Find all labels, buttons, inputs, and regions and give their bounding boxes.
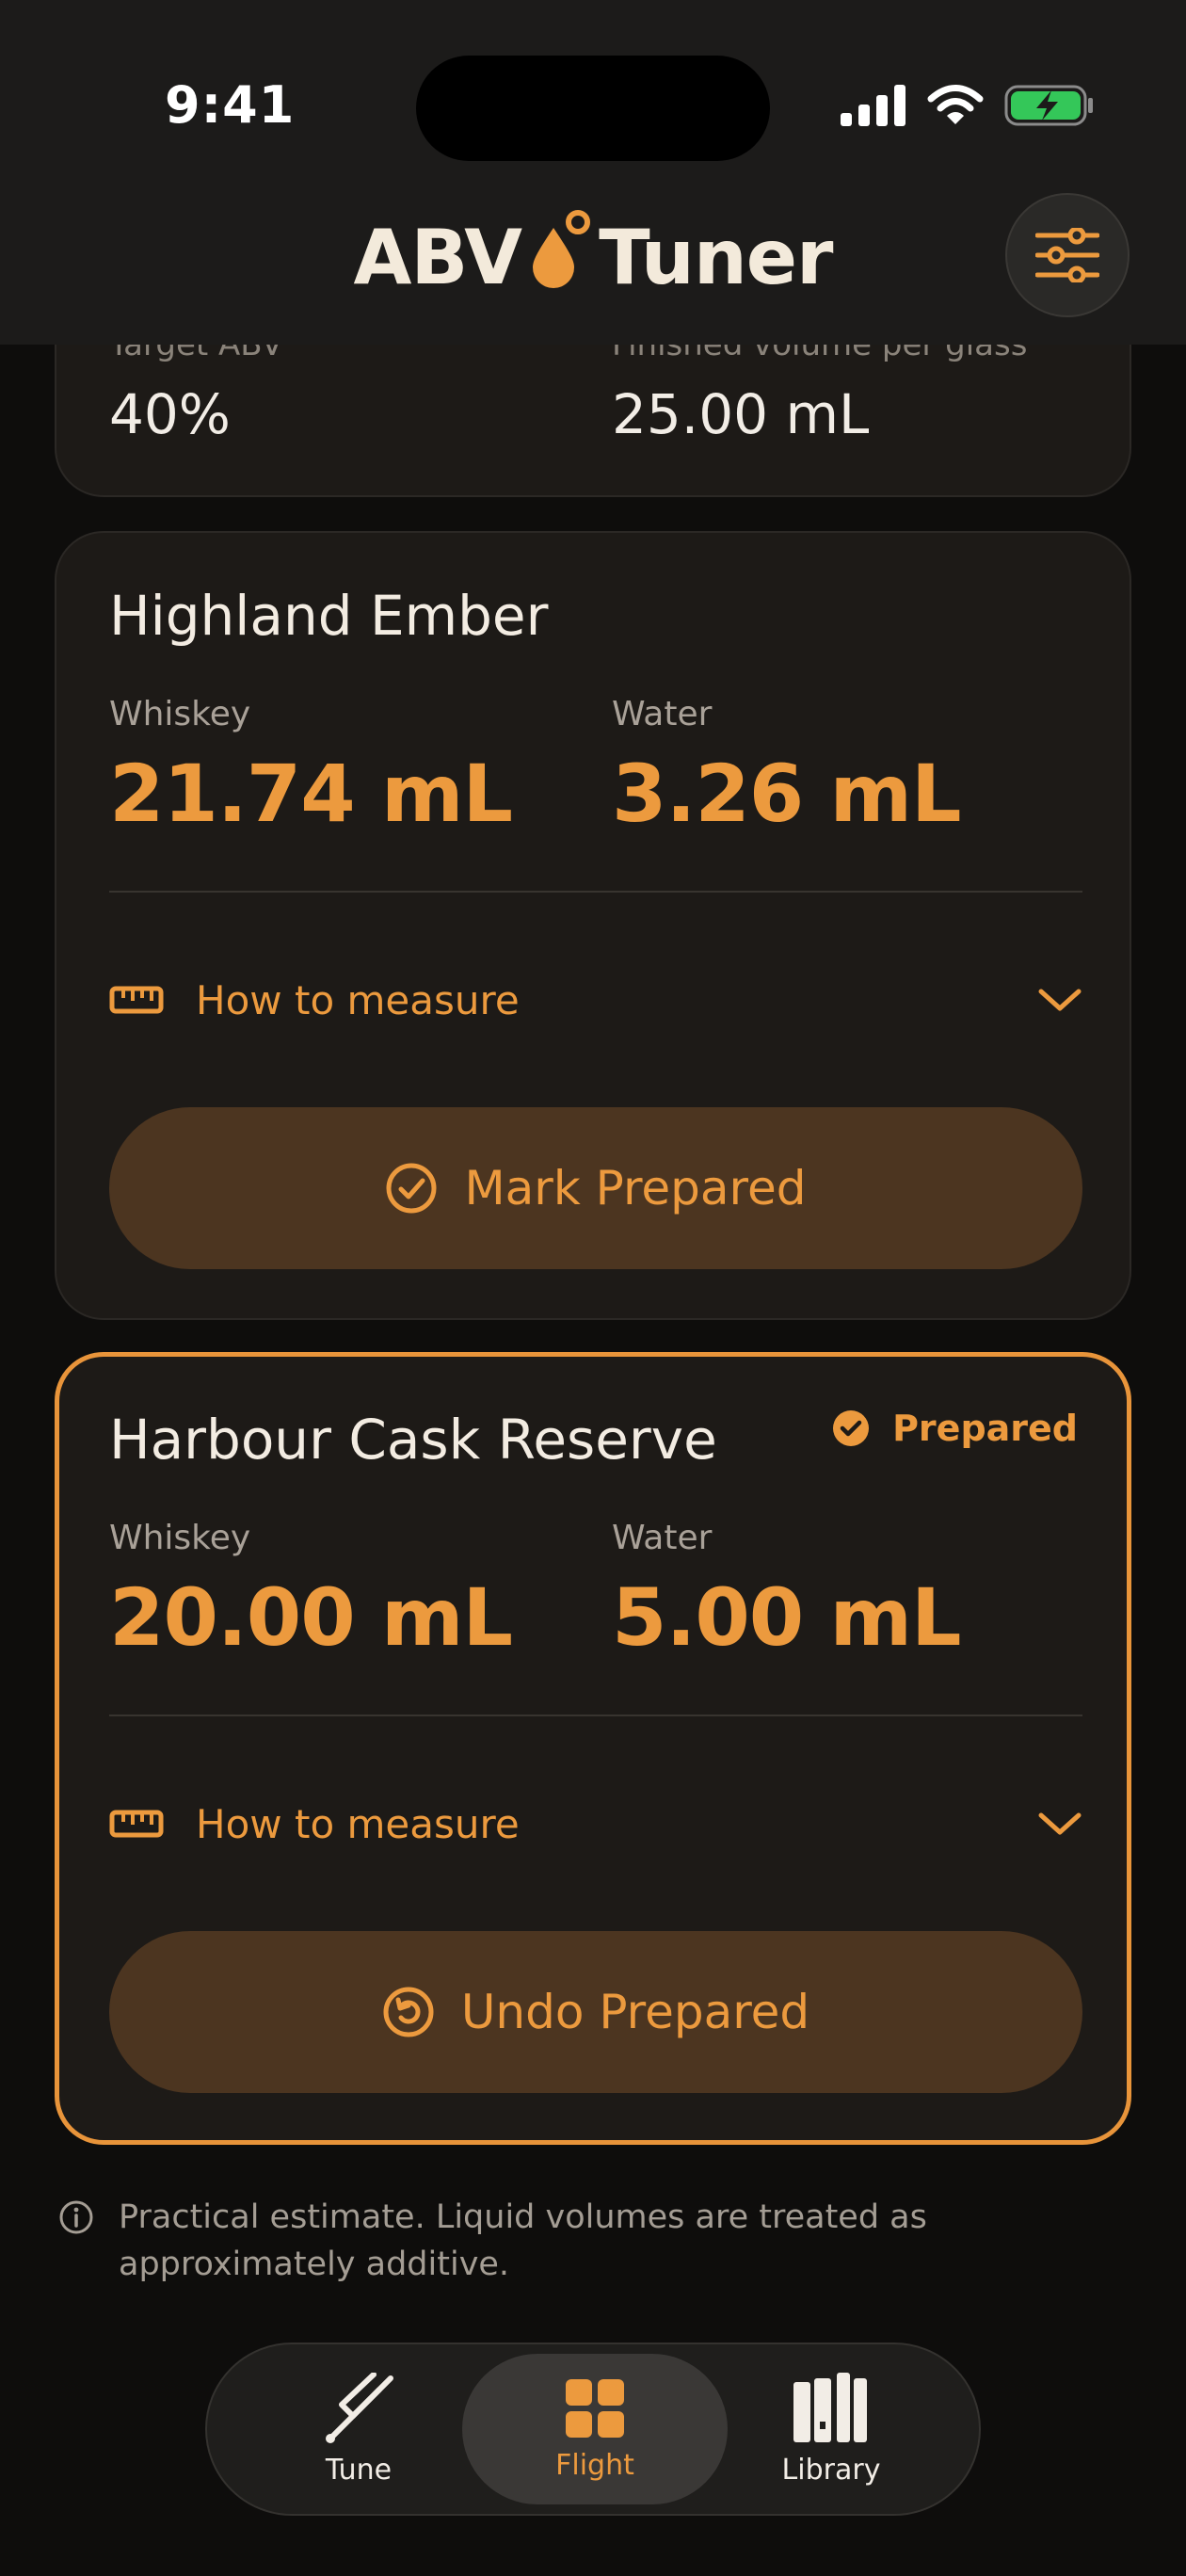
- how-to-measure-toggle[interactable]: How to measure: [109, 1786, 1082, 1861]
- whiskey-label: Whiskey: [109, 695, 251, 733]
- tab-flight[interactable]: Flight: [462, 2354, 728, 2504]
- undo-prepared-button[interactable]: Undo Prepared: [109, 1931, 1082, 2093]
- how-to-measure-label: How to measure: [196, 1800, 520, 1847]
- status-icons: [841, 85, 1095, 126]
- tuning-fork-icon: [326, 2372, 393, 2443]
- tab-tune[interactable]: Tune: [226, 2354, 491, 2504]
- drop-logo-icon: [529, 209, 591, 306]
- app-title-right: Tuner: [599, 214, 833, 301]
- dynamic-island: [416, 56, 770, 161]
- top-bar: 9:41 ABV Tuner: [0, 0, 1186, 345]
- water-label: Water: [612, 695, 713, 733]
- tab-flight-label: Flight: [555, 2448, 634, 2482]
- wifi-icon: [927, 85, 984, 124]
- finished-volume-value: 25.00 mL: [612, 382, 870, 446]
- chevron-down-icon: [1038, 1812, 1082, 1835]
- info-icon: [59, 2200, 93, 2234]
- chevron-down-icon: [1038, 989, 1082, 1011]
- tab-library[interactable]: Library: [698, 2354, 964, 2504]
- target-abv-value: 40%: [109, 382, 231, 446]
- ruler-icon: [109, 1810, 164, 1838]
- app-title-left: ABV: [353, 214, 523, 301]
- whiskey-amount: 21.74 mL: [109, 748, 513, 840]
- tab-library-label: Library: [781, 2453, 881, 2487]
- water-amount: 3.26 mL: [612, 748, 962, 840]
- books-icon: [793, 2372, 867, 2442]
- undo-prepared-label: Undo Prepared: [460, 1985, 810, 2039]
- check-badge-icon: [833, 1410, 870, 1446]
- check-circle-icon: [386, 1163, 437, 1214]
- tab-bar: Tune Flight Library: [205, 2343, 981, 2516]
- divider: [109, 891, 1082, 893]
- how-to-measure-label: How to measure: [196, 976, 520, 1023]
- battery-charging-icon: [1004, 85, 1093, 126]
- how-to-measure-toggle[interactable]: How to measure: [109, 962, 1082, 1038]
- spirit-card-harbour-cask-reserve: Harbour Cask Reserve Prepared Whiskey 20…: [55, 1352, 1131, 2145]
- prepared-badge: Prepared: [832, 1408, 1078, 1449]
- prepared-badge-label: Prepared: [892, 1408, 1078, 1449]
- signal-icon: [841, 85, 906, 126]
- tab-tune-label: Tune: [325, 2453, 393, 2487]
- whiskey-amount: 20.00 mL: [109, 1571, 513, 1664]
- settings-button[interactable]: [1005, 193, 1130, 317]
- spirit-card-highland-ember: Highland Ember Whiskey 21.74 mL Water 3.…: [55, 531, 1131, 1320]
- mark-prepared-label: Mark Prepared: [464, 1161, 807, 1216]
- spirit-name: Harbour Cask Reserve: [109, 1408, 717, 1472]
- whiskey-label: Whiskey: [109, 1519, 251, 1557]
- ruler-icon: [109, 986, 164, 1014]
- estimate-note-text: Practical estimate. Liquid volumes are t…: [119, 2198, 927, 2283]
- sliders-icon: [1035, 228, 1099, 282]
- page: Target ABV 40% Finished volume per glass…: [0, 0, 1186, 2576]
- status-time: 9:41: [165, 75, 296, 135]
- mark-prepared-button[interactable]: Mark Prepared: [109, 1107, 1082, 1269]
- undo-circle-icon: [383, 1987, 434, 2037]
- water-amount: 5.00 mL: [612, 1571, 962, 1664]
- water-label: Water: [612, 1519, 713, 1557]
- grid-icon: [566, 2378, 624, 2438]
- divider: [109, 1715, 1082, 1716]
- estimate-note: Practical estimate. Liquid volumes are t…: [58, 2194, 1094, 2288]
- spirit-name: Highland Ember: [109, 584, 549, 648]
